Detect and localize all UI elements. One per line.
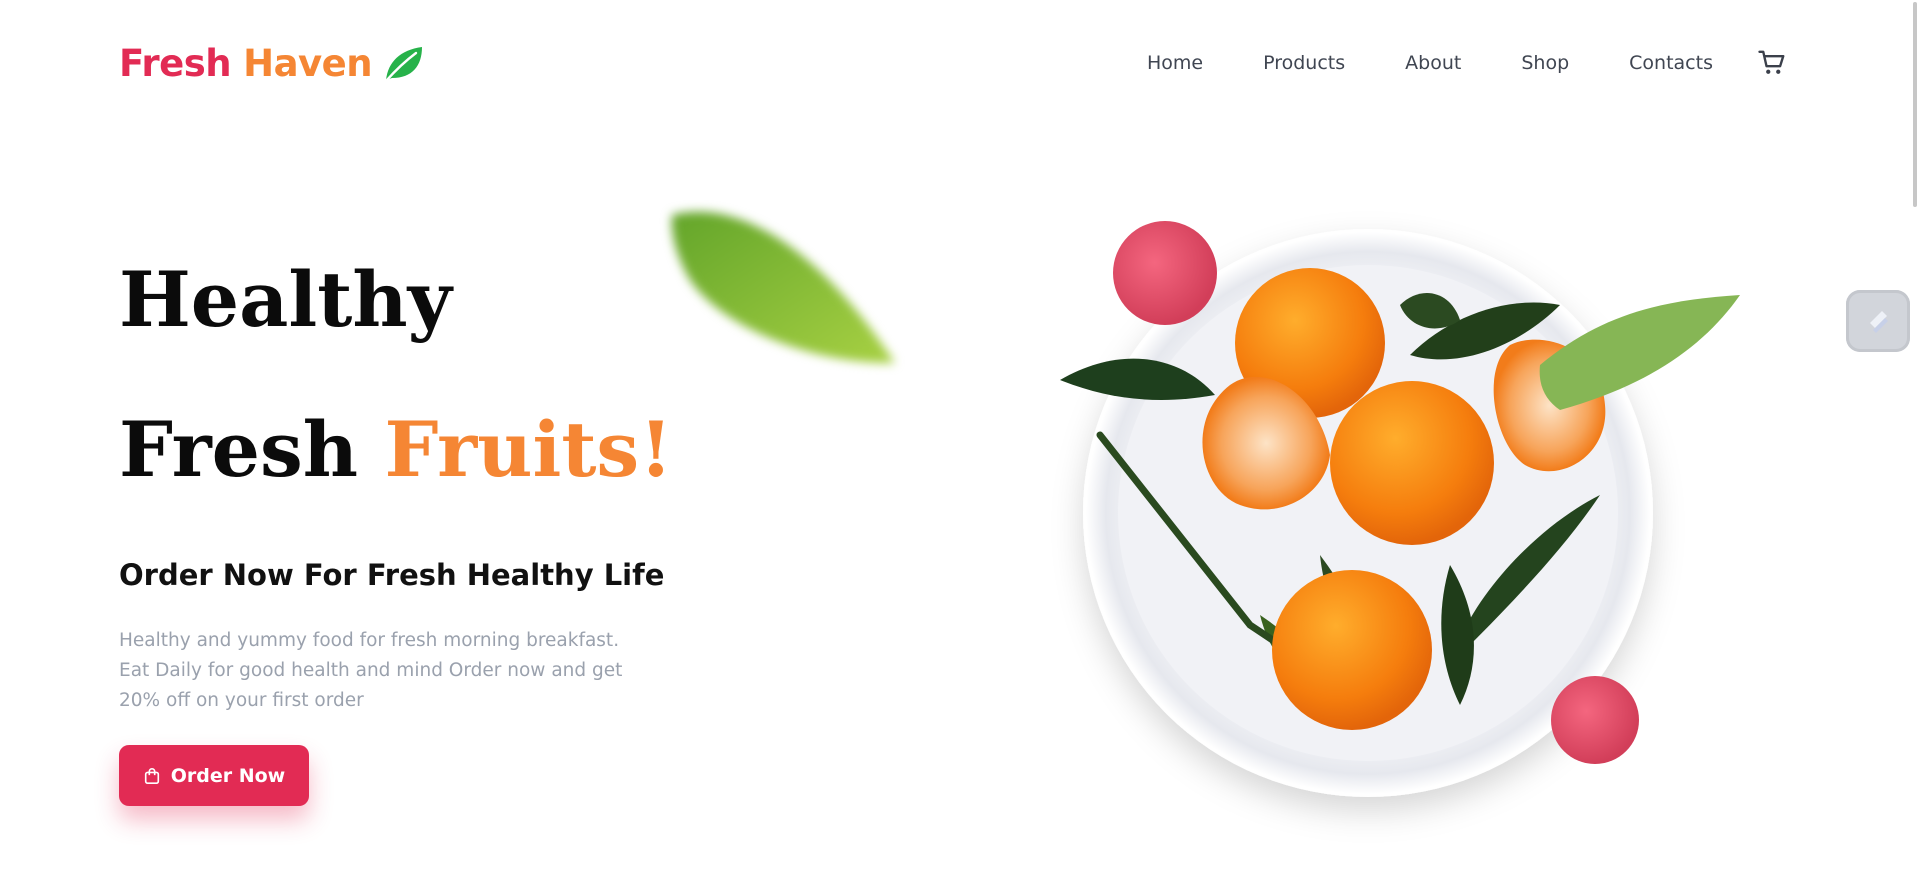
- hero-subheading: Order Now For Fresh Healthy Life: [119, 558, 665, 592]
- plate-of-oranges-image: [1060, 221, 1740, 797]
- hero-title-line1: Healthy: [119, 255, 452, 344]
- order-now-button[interactable]: Order Now: [119, 745, 309, 806]
- leaf-icon: [384, 46, 423, 82]
- hero-description: Healthy and yummy food for fresh morning…: [119, 630, 623, 711]
- brand-word-haven: Haven: [243, 42, 373, 85]
- nav-shop[interactable]: Shop: [1521, 52, 1569, 74]
- brand-word-fresh: Fresh: [119, 42, 232, 85]
- floating-leaf-image: [671, 211, 895, 364]
- scrollbar-thumb[interactable]: [1913, 2, 1917, 207]
- extension-button[interactable]: [1846, 290, 1910, 352]
- nav-home[interactable]: Home: [1147, 52, 1203, 74]
- site-header: Fresh Haven Home Products About Shop Con…: [0, 0, 1917, 130]
- brand-logo[interactable]: Fresh Haven: [119, 42, 426, 85]
- cart-icon[interactable]: [1757, 48, 1787, 78]
- hero-title-line2: Fresh Fruits!: [119, 412, 673, 488]
- nav-about[interactable]: About: [1405, 52, 1461, 74]
- main-nav: Home Products About Shop Contacts: [1147, 52, 1713, 74]
- nav-products[interactable]: Products: [1263, 52, 1345, 74]
- hero-title-fruits: Fruits!: [384, 405, 673, 494]
- extension-icon: [1870, 311, 1888, 333]
- nav-contacts[interactable]: Contacts: [1629, 52, 1713, 74]
- order-now-label: Order Now: [170, 764, 286, 787]
- hero-title-fresh: Fresh: [119, 405, 359, 494]
- shopping-bag-icon: [144, 767, 159, 784]
